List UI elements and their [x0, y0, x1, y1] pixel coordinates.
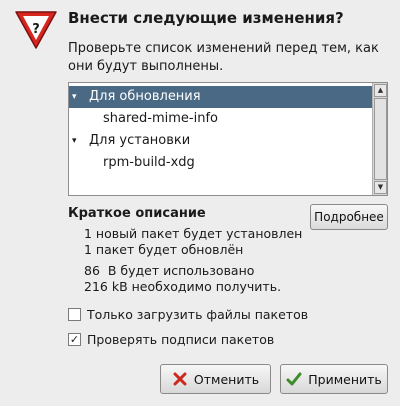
download-only-option[interactable]: Только загрузить файлы пакетов — [68, 305, 308, 323]
tree-row-label: Для обновления — [89, 89, 201, 104]
tree-row-label: rpm-build-xdg — [103, 155, 195, 170]
verify-signatures-option[interactable]: ✓ Проверять подписи пакетов — [68, 330, 274, 348]
tree-row-to-install[interactable]: ▾ Для установки — [69, 130, 372, 152]
vertical-scrollbar[interactable]: ▲ ▼ — [372, 83, 387, 195]
details-button[interactable]: Подробнее — [310, 204, 388, 230]
warning-icon: ? — [15, 11, 57, 49]
tree-row-label: Для установки — [89, 133, 191, 148]
tree-row-to-update[interactable]: ▾ Для обновления — [69, 86, 372, 108]
verify-signatures-checkbox[interactable]: ✓ — [68, 332, 81, 346]
summary-download-size: 216 kB необходимо получить. — [84, 279, 282, 294]
cancel-x-icon — [173, 372, 187, 386]
expander-icon[interactable]: ▾ — [72, 86, 82, 108]
tree-row-package[interactable]: rpm-build-xdg — [69, 152, 372, 174]
download-only-label: Только загрузить файлы пакетов — [87, 306, 309, 322]
expander-icon[interactable]: ▾ — [72, 130, 82, 152]
summary-title: Краткое описание — [68, 206, 206, 221]
dialog-title: Внести следующие изменения? — [68, 9, 344, 27]
apply-button[interactable]: Применить — [280, 364, 388, 394]
summary-disk-usage: 86 B будет использовано — [84, 263, 255, 278]
scroll-down-arrow-icon[interactable]: ▼ — [374, 181, 387, 194]
apply-button-label: Применить — [308, 371, 382, 387]
scroll-thumb[interactable] — [374, 98, 387, 180]
download-only-checkbox[interactable] — [68, 307, 81, 321]
cancel-button[interactable]: Отменить — [160, 364, 271, 394]
dialog-subtitle: Проверьте список изменений перед тем, ка… — [68, 41, 379, 74]
check-icon — [286, 372, 302, 386]
cancel-button-label: Отменить — [193, 371, 260, 387]
summary-new-packages: 1 новый пакет будет установлен — [84, 226, 303, 241]
summary-updated-packages: 1 пакет будет обновлён — [84, 242, 244, 257]
verify-signatures-label: Проверять подписи пакетов — [87, 331, 275, 347]
package-tree[interactable]: ▾ Для обновления shared-mime-info ▾ Для … — [68, 82, 388, 196]
tree-row-label: shared-mime-info — [103, 111, 218, 126]
svg-text:?: ? — [32, 22, 40, 37]
tree-row-package[interactable]: shared-mime-info — [69, 108, 372, 130]
scroll-up-arrow-icon[interactable]: ▲ — [374, 84, 387, 97]
